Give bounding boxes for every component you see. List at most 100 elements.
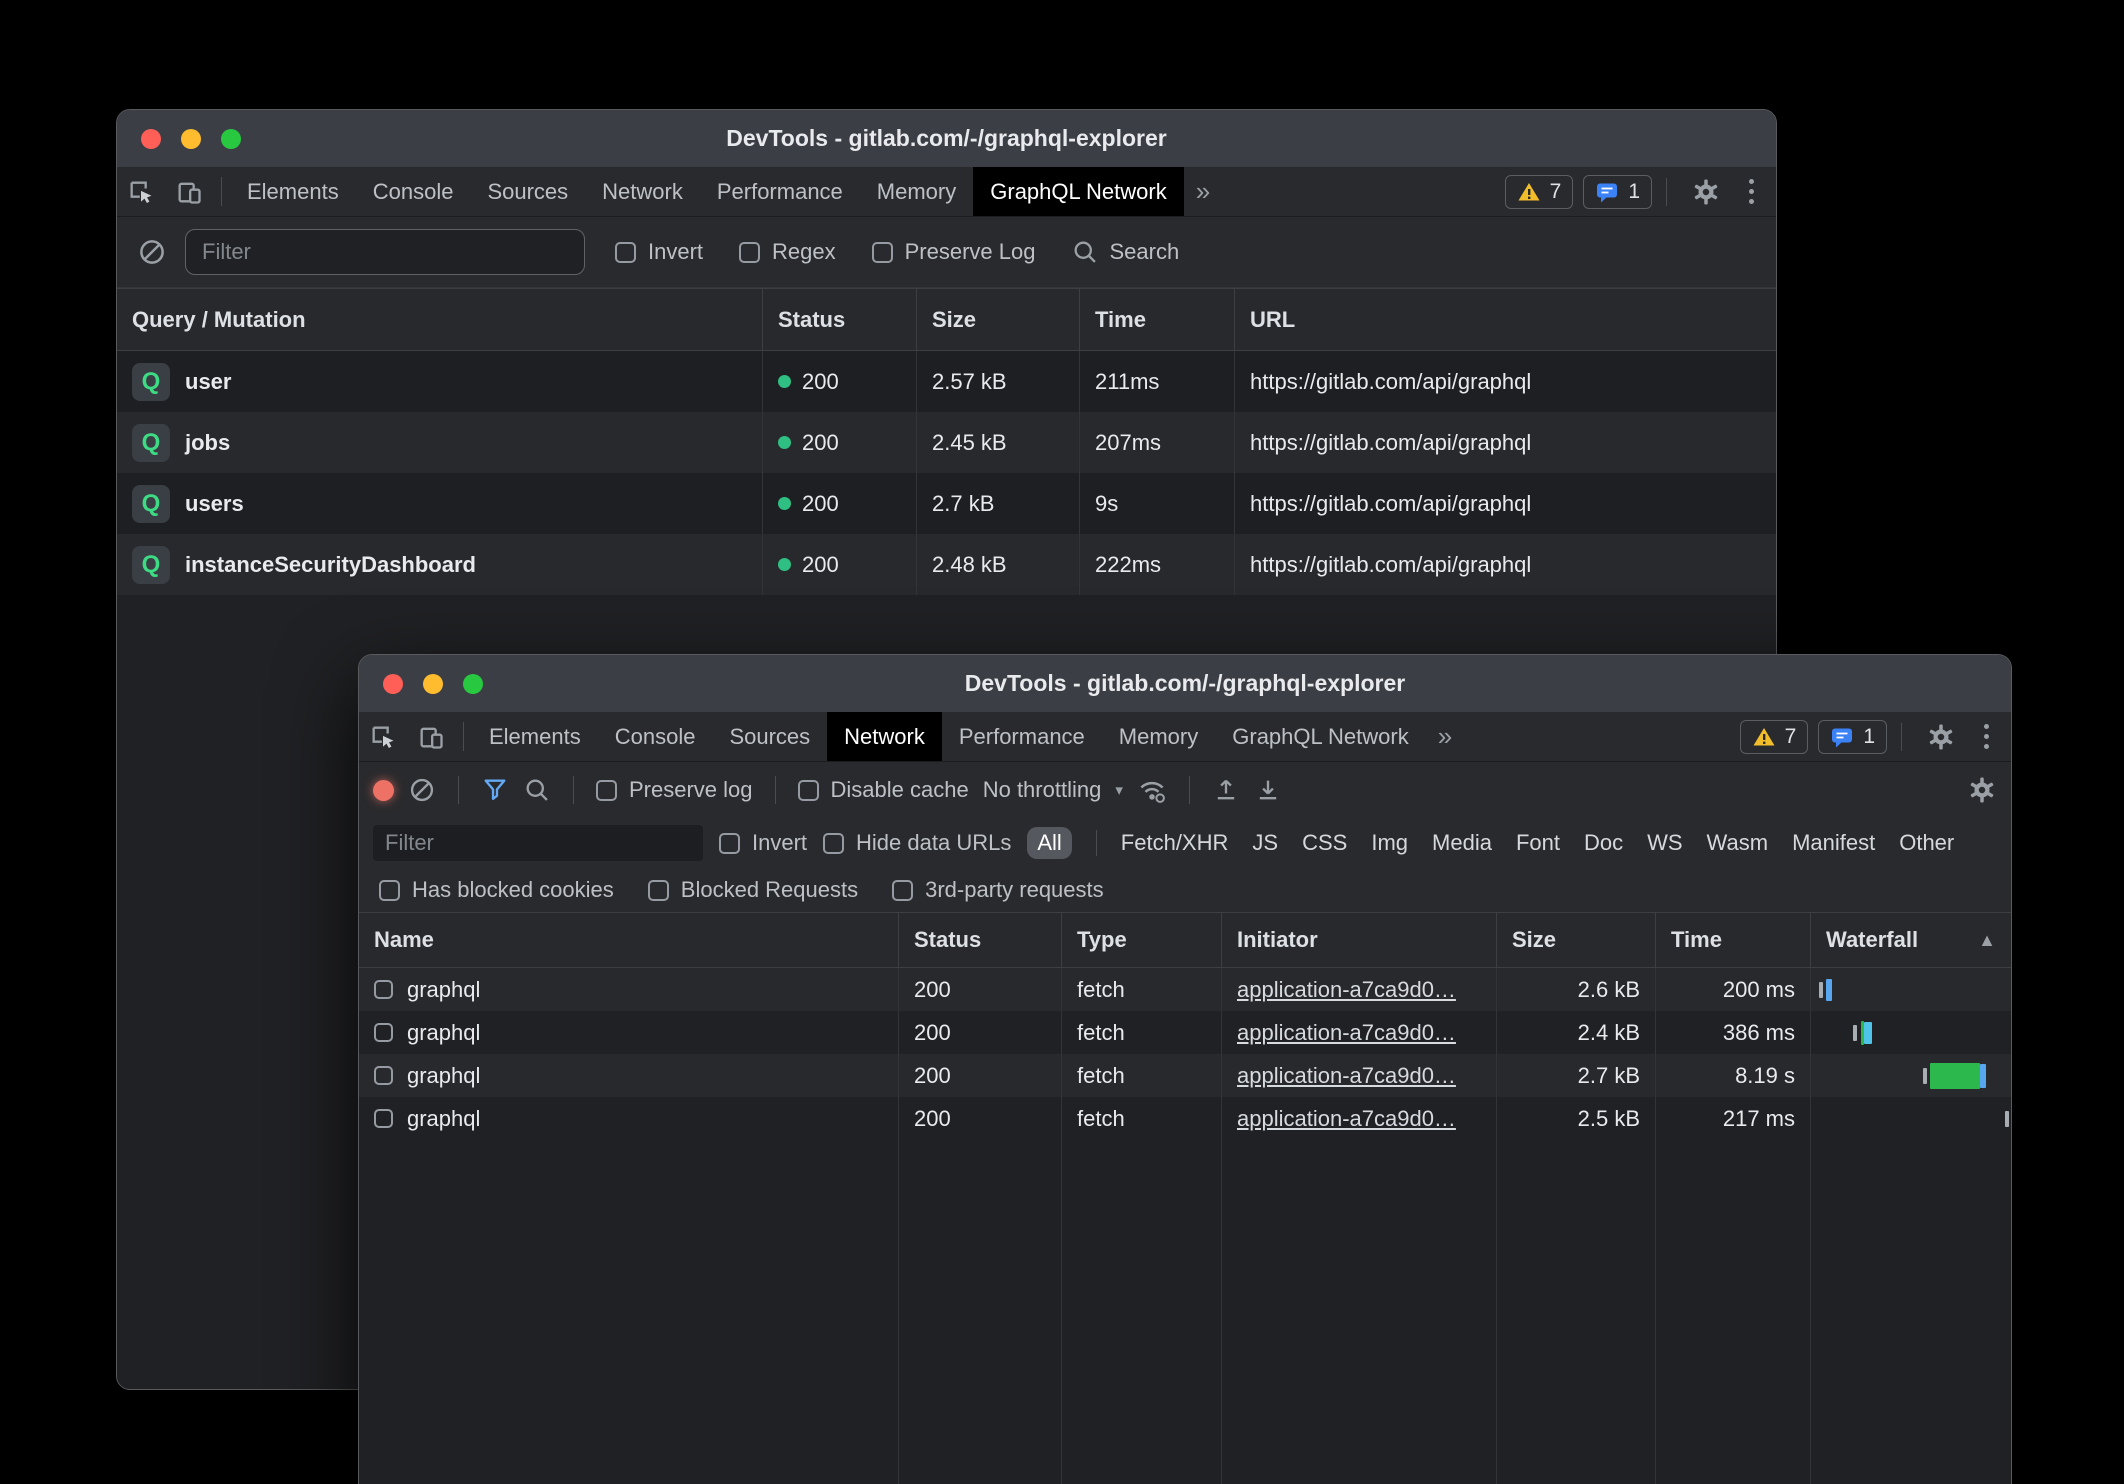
- type-filter-font[interactable]: Font: [1516, 830, 1560, 856]
- clear-icon[interactable]: [137, 237, 167, 267]
- tab-network[interactable]: Network: [585, 167, 700, 216]
- column-header-status[interactable]: Status: [763, 289, 917, 350]
- more-tabs-button[interactable]: »: [1184, 167, 1222, 216]
- invert-checkbox[interactable]: [719, 833, 740, 854]
- has-blocked-cookies-checkbox-group[interactable]: Has blocked cookies: [379, 877, 614, 903]
- clear-icon[interactable]: [408, 776, 436, 804]
- issues-badge[interactable]: 1: [1583, 175, 1652, 209]
- third-party-requests-checkbox-group[interactable]: 3rd-party requests: [892, 877, 1104, 903]
- tab-network[interactable]: Network: [827, 712, 942, 761]
- table-row[interactable]: Q instanceSecurityDashboard 200 2.48 kB …: [117, 534, 1776, 595]
- tab-console[interactable]: Console: [598, 712, 713, 761]
- filter-funnel-icon[interactable]: [481, 776, 509, 804]
- column-header-time[interactable]: Time: [1080, 289, 1235, 350]
- filter-input[interactable]: [185, 229, 585, 275]
- regex-checkbox[interactable]: [739, 242, 760, 263]
- network-settings-button[interactable]: [1967, 775, 1997, 805]
- has-blocked-cookies-checkbox[interactable]: [379, 880, 400, 901]
- invert-checkbox-group[interactable]: Invert: [719, 830, 807, 856]
- preserve-log-checkbox[interactable]: [596, 780, 617, 801]
- type-filter-fetch-xhr[interactable]: Fetch/XHR: [1121, 830, 1229, 856]
- warnings-badge[interactable]: 7: [1505, 175, 1574, 209]
- zoom-window-button[interactable]: [463, 674, 483, 694]
- tab-performance[interactable]: Performance: [942, 712, 1102, 761]
- tab-elements[interactable]: Elements: [472, 712, 598, 761]
- type-filter-other[interactable]: Other: [1899, 830, 1954, 856]
- column-header-time[interactable]: Time: [1656, 913, 1811, 967]
- device-toolbar-button[interactable]: [407, 712, 455, 761]
- inspect-element-button[interactable]: [359, 712, 407, 761]
- third-party-requests-checkbox[interactable]: [892, 880, 913, 901]
- type-filter-img[interactable]: Img: [1371, 830, 1408, 856]
- tab-elements[interactable]: Elements: [230, 167, 356, 216]
- column-header-initiator[interactable]: Initiator: [1222, 913, 1497, 967]
- row-checkbox[interactable]: [374, 1066, 393, 1085]
- table-row[interactable]: graphql 200 fetch application-a7ca9d0… 2…: [359, 1097, 2011, 1140]
- more-options-button[interactable]: [1976, 724, 1997, 749]
- hide-data-urls-checkbox-group[interactable]: Hide data URLs: [823, 830, 1011, 856]
- type-filter-all[interactable]: All: [1027, 827, 1071, 859]
- column-header-status[interactable]: Status: [899, 913, 1062, 967]
- row-checkbox[interactable]: [374, 1023, 393, 1042]
- export-har-icon[interactable]: [1254, 776, 1282, 804]
- column-header-waterfall[interactable]: Waterfall ▲: [1811, 913, 2011, 967]
- warnings-badge[interactable]: 7: [1740, 720, 1809, 754]
- inspect-element-button[interactable]: [117, 167, 165, 216]
- titlebar[interactable]: DevTools - gitlab.com/-/graphql-explorer: [117, 110, 1776, 167]
- preserve-log-checkbox-group[interactable]: Preserve Log: [872, 239, 1036, 265]
- preserve-log-checkbox-group[interactable]: Preserve log: [596, 777, 753, 803]
- column-header-type[interactable]: Type: [1062, 913, 1222, 967]
- more-tabs-button[interactable]: »: [1426, 712, 1464, 761]
- initiator-link[interactable]: application-a7ca9d0…: [1237, 1106, 1456, 1132]
- regex-checkbox-group[interactable]: Regex: [739, 239, 836, 265]
- preserve-log-checkbox[interactable]: [872, 242, 893, 263]
- minimize-window-button[interactable]: [181, 129, 201, 149]
- type-filter-media[interactable]: Media: [1432, 830, 1492, 856]
- import-har-icon[interactable]: [1212, 776, 1240, 804]
- close-window-button[interactable]: [383, 674, 403, 694]
- initiator-link[interactable]: application-a7ca9d0…: [1237, 977, 1456, 1003]
- network-conditions-icon[interactable]: [1137, 775, 1167, 805]
- type-filter-js[interactable]: JS: [1252, 830, 1278, 856]
- type-filter-wasm[interactable]: Wasm: [1707, 830, 1769, 856]
- device-toolbar-button[interactable]: [165, 167, 213, 216]
- settings-button[interactable]: [1916, 722, 1966, 752]
- table-row[interactable]: Q user 200 2.57 kB 211ms https://gitlab.…: [117, 351, 1776, 412]
- blocked-requests-checkbox[interactable]: [648, 880, 669, 901]
- settings-button[interactable]: [1681, 177, 1731, 207]
- hide-data-urls-checkbox[interactable]: [823, 833, 844, 854]
- table-row[interactable]: graphql 200 fetch application-a7ca9d0… 2…: [359, 1054, 2011, 1097]
- search-button[interactable]: Search: [1071, 238, 1179, 266]
- tab-sources[interactable]: Sources: [712, 712, 827, 761]
- table-row[interactable]: Q users 200 2.7 kB 9s https://gitlab.com…: [117, 473, 1776, 534]
- type-filter-css[interactable]: CSS: [1302, 830, 1347, 856]
- column-header-size[interactable]: Size: [917, 289, 1080, 350]
- filter-input[interactable]: [373, 825, 703, 861]
- search-icon[interactable]: [523, 776, 551, 804]
- tab-graphql-network[interactable]: GraphQL Network: [973, 167, 1183, 216]
- tab-console[interactable]: Console: [356, 167, 471, 216]
- record-button[interactable]: [373, 780, 394, 801]
- initiator-link[interactable]: application-a7ca9d0…: [1237, 1063, 1456, 1089]
- row-checkbox[interactable]: [374, 1109, 393, 1128]
- more-options-button[interactable]: [1741, 179, 1762, 204]
- invert-checkbox-group[interactable]: Invert: [615, 239, 703, 265]
- throttling-dropdown[interactable]: No throttling ▾: [983, 777, 1123, 803]
- table-row[interactable]: graphql 200 fetch application-a7ca9d0… 2…: [359, 968, 2011, 1011]
- tab-performance[interactable]: Performance: [700, 167, 860, 216]
- issues-badge[interactable]: 1: [1818, 720, 1887, 754]
- row-checkbox[interactable]: [374, 980, 393, 999]
- close-window-button[interactable]: [141, 129, 161, 149]
- tab-memory[interactable]: Memory: [860, 167, 973, 216]
- type-filter-ws[interactable]: WS: [1647, 830, 1682, 856]
- disable-cache-checkbox[interactable]: [798, 780, 819, 801]
- disable-cache-checkbox-group[interactable]: Disable cache: [798, 777, 969, 803]
- minimize-window-button[interactable]: [423, 674, 443, 694]
- table-row[interactable]: graphql 200 fetch application-a7ca9d0… 2…: [359, 1011, 2011, 1054]
- column-header-url[interactable]: URL: [1235, 289, 1776, 350]
- tab-sources[interactable]: Sources: [470, 167, 585, 216]
- column-header-query-mutation[interactable]: Query / Mutation: [117, 289, 763, 350]
- titlebar[interactable]: DevTools - gitlab.com/-/graphql-explorer: [359, 655, 2011, 712]
- initiator-link[interactable]: application-a7ca9d0…: [1237, 1020, 1456, 1046]
- blocked-requests-checkbox-group[interactable]: Blocked Requests: [648, 877, 858, 903]
